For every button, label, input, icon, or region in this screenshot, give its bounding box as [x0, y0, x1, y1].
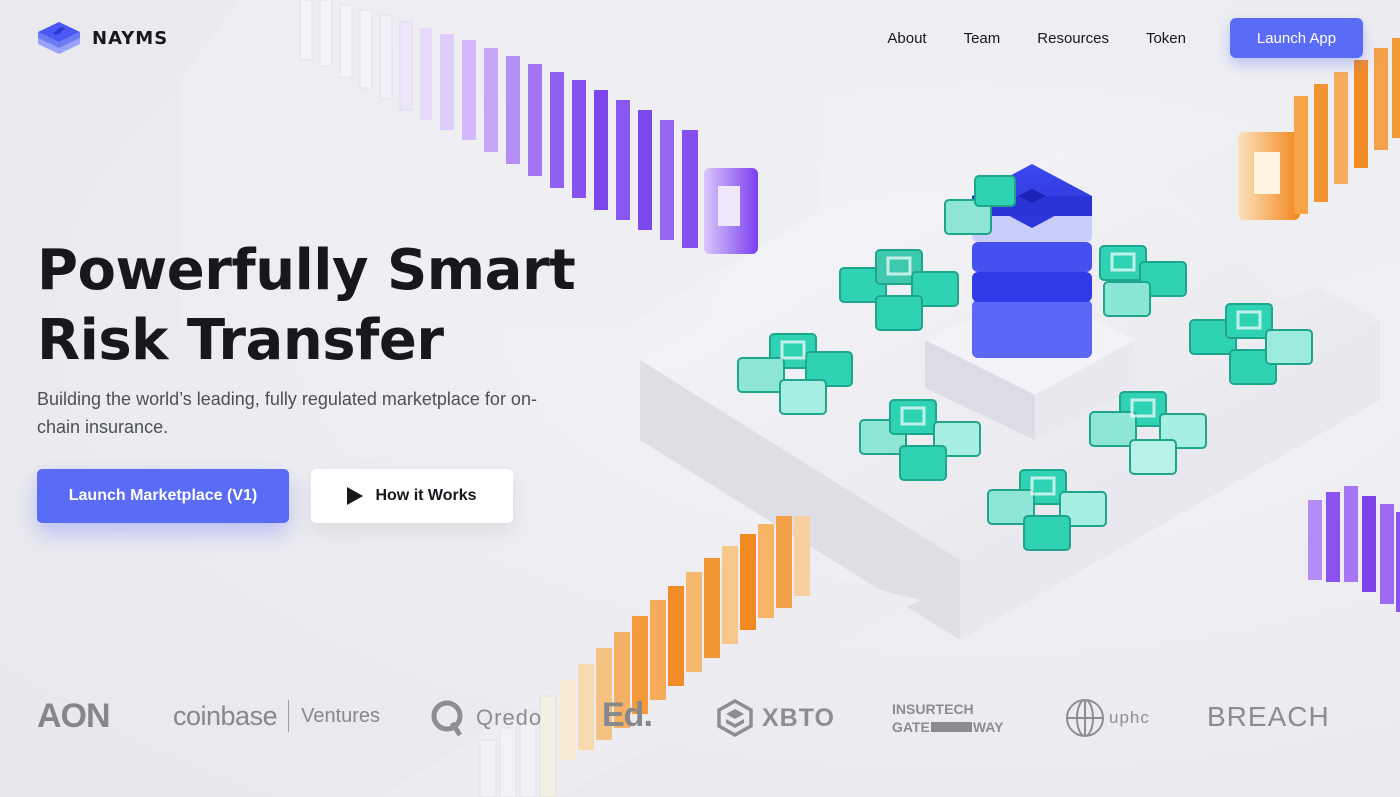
insurtech-line-2: GATE WAY: [892, 718, 1003, 736]
partner-logo-qredo: Qredo: [430, 699, 542, 737]
partner-logo-breach: BREACH: [1207, 701, 1330, 733]
nav-link-resources[interactable]: Resources: [1037, 30, 1109, 47]
insurtech-line-1: INSURTECH: [892, 701, 974, 717]
nav-link-team[interactable]: Team: [964, 30, 1001, 47]
launch-app-button[interactable]: Launch App: [1230, 18, 1363, 58]
launch-marketplace-button[interactable]: Launch Marketplace (V1): [37, 469, 289, 523]
coinbase-ventures-wordmark: Ventures: [301, 704, 381, 727]
nayms-logo-icon: [38, 22, 80, 54]
partner-logo-coinbase: coinbase Ventures: [173, 700, 380, 732]
partner-logo-insurtech-gateway: INSURTECH GATE WAY: [892, 700, 1003, 736]
partner-logo-aon: AON: [37, 697, 111, 736]
globe-icon: [1066, 699, 1104, 737]
insurtech-way-text: WAY: [972, 719, 1004, 735]
how-it-works-label: How it Works: [375, 487, 477, 504]
coinbase-divider: [288, 700, 290, 732]
insurtech-bar: [930, 722, 972, 732]
insurtech-gate-text: GATE: [892, 719, 930, 735]
partner-logo-uphc: uphc: [1065, 698, 1150, 738]
aon-wordmark: AON: [37, 697, 111, 735]
brand-name: NAYMS: [92, 27, 169, 49]
ed-wordmark: Ed.: [602, 696, 653, 734]
partner-logo-xbto: XBTO: [716, 699, 835, 737]
brand-logo[interactable]: NAYMS: [36, 18, 168, 58]
hero-title-line-2: Risk Transfer: [37, 308, 444, 373]
nav-link-token[interactable]: Token: [1146, 30, 1186, 47]
xbto-icon: [717, 699, 753, 737]
xbto-wordmark: XBTO: [762, 703, 835, 732]
nav-link-about[interactable]: About: [887, 30, 926, 47]
hero-subtitle: Building the world’s leading, fully regu…: [37, 389, 537, 437]
how-it-works-button[interactable]: How it Works: [311, 469, 513, 523]
play-icon: [347, 487, 364, 505]
qredo-wordmark: Qredo: [476, 705, 543, 730]
top-nav: About Team Resources Token Launch App: [887, 18, 1363, 58]
breach-wordmark: BREACH: [1207, 701, 1330, 732]
uphc-wordmark: uphc: [1109, 708, 1150, 727]
hero-title-line-1: Powerfully Smart: [37, 238, 576, 303]
hero-title: Powerfully Smart Risk Transfer: [37, 236, 597, 376]
coinbase-wordmark: coinbase: [173, 700, 278, 731]
partner-logo-ed: Ed.: [602, 696, 653, 735]
qredo-icon: [431, 700, 463, 737]
